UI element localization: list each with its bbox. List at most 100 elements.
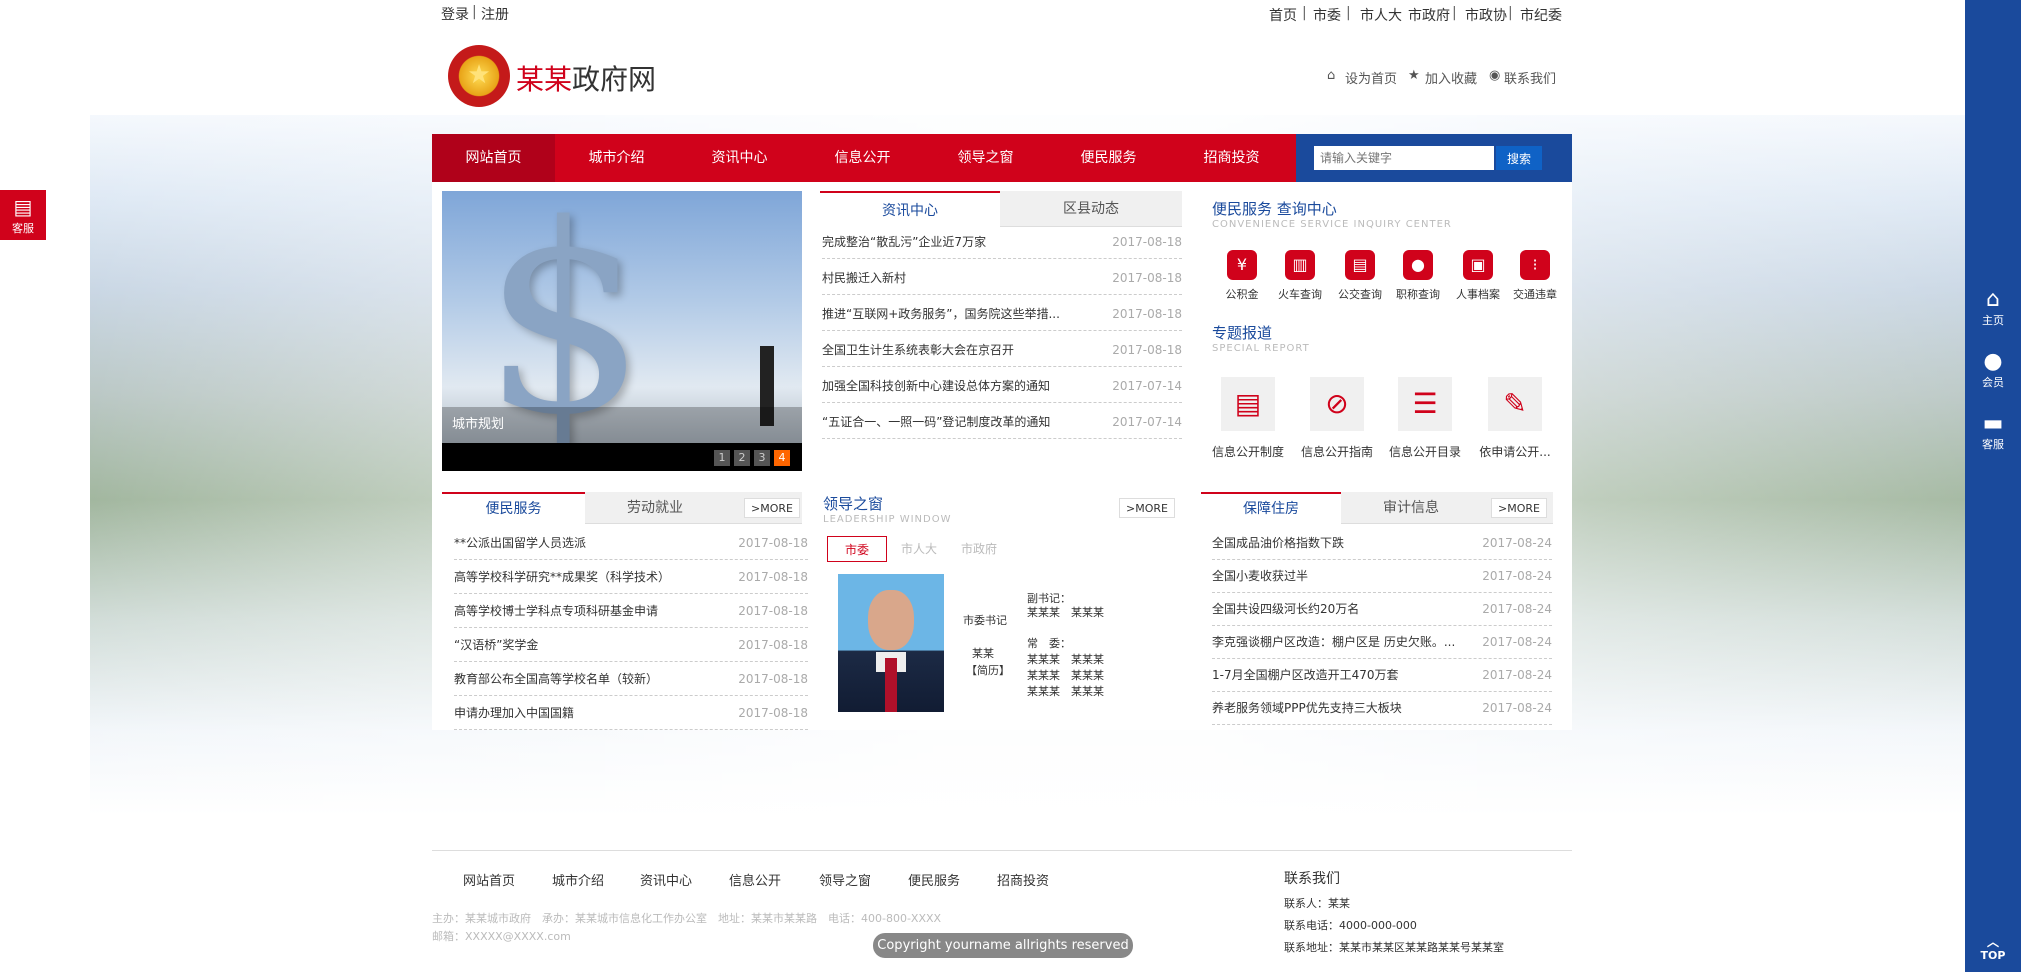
nav-news-center[interactable]: 资讯中心 — [678, 134, 801, 182]
list-item[interactable]: **公派出国留学人员选派 2017-08-18 — [454, 526, 808, 560]
list-item[interactable]: 高等学校科学研究**成果奖（科学技术） 2017-08-18 — [454, 560, 808, 594]
news-list: 完成整治“散乱污”企业近7万家 2017-08-18 村民搬迁入新村 2017-08… — [822, 225, 1182, 441]
back-to-top-button[interactable]: ︿ TOP — [1965, 935, 2021, 962]
footer-nav-investment[interactable]: 招商投资 — [997, 870, 1049, 889]
footer-nav-services[interactable]: 便民服务 — [908, 870, 960, 889]
footer-nav-home[interactable]: 网站首页 — [463, 870, 515, 889]
site-logo[interactable]: 某某政府网 — [516, 58, 656, 98]
image-slider[interactable]: $ 城市规划 1 2 3 4 — [442, 191, 802, 471]
list-item[interactable]: 全国卫生计生系统表彰大会在京召开 2017-08-18 — [822, 333, 1182, 367]
train-icon: ▥ — [1285, 250, 1315, 280]
slider-page-4[interactable]: 4 — [774, 450, 790, 466]
service-list: **公派出国留学人员选派 2017-08-18 高等学校科学研究**成果奖（科学技… — [454, 526, 808, 736]
set-home-link[interactable]: 设为首页 — [1345, 68, 1397, 87]
login-link[interactable]: 登录 — [441, 4, 469, 24]
list-item[interactable]: 高等学校博士学科点专项科研基金申请 2017-08-18 — [454, 594, 808, 628]
service-traffic-violation[interactable]: ⁝ 交通违章 — [1513, 250, 1557, 302]
search-input[interactable] — [1314, 146, 1494, 170]
service-bus-query[interactable]: ▤ 公交查询 — [1338, 250, 1382, 302]
list-item[interactable]: 完成整治“散乱污”企业近7万家 2017-08-18 — [822, 225, 1182, 259]
toplink-cppcc[interactable]: 市政协 — [1465, 5, 1507, 25]
nav-services[interactable]: 便民服务 — [1047, 134, 1170, 182]
list-item[interactable]: 教育部公布全国高等学校名单（较新） 2017-08-18 — [454, 662, 808, 696]
list-item[interactable]: 李克强谈棚户区改造：棚户区是 历史欠账。... 2017-08-24 — [1212, 625, 1552, 659]
coin-icon: ¥ — [1227, 250, 1257, 280]
toplink-congress[interactable]: 市人大 — [1360, 5, 1402, 25]
list-item[interactable]: “汉语桥”奖学金 2017-08-18 — [454, 628, 808, 662]
nav-investment[interactable]: 招商投资 — [1170, 134, 1293, 182]
sidebar-service[interactable]: ▬ 客服 — [1965, 412, 2021, 452]
footer-nav-city-intro[interactable]: 城市介绍 — [552, 870, 604, 889]
sidebar-member[interactable]: ● 会员 — [1965, 350, 2021, 390]
nav-info-public[interactable]: 信息公开 — [801, 134, 924, 182]
list-item[interactable]: 全国共设四级河长约20万名 2017-08-24 — [1212, 592, 1552, 626]
register-link[interactable]: 注册 — [481, 4, 509, 24]
slider-page-2[interactable]: 2 — [734, 450, 750, 466]
footer-nav-info[interactable]: 信息公开 — [729, 870, 781, 889]
user-icon: ● — [1983, 349, 2003, 374]
topic-apply-public[interactable]: ✎ 依申请公开... — [1470, 377, 1560, 460]
topic-info-system[interactable]: ▤ 信息公开制度 — [1203, 377, 1293, 460]
nav-leaders[interactable]: 领导之窗 — [924, 134, 1047, 182]
topic-info-guide[interactable]: ⊘ 信息公开指南 — [1292, 377, 1382, 460]
leaders-title: 领导之窗 — [823, 495, 884, 513]
slider-page-3[interactable]: 3 — [754, 450, 770, 466]
tab-leader-congress[interactable]: 市人大 — [889, 536, 949, 562]
compass-icon: ⊘ — [1310, 377, 1364, 431]
service-tabs: 便民服务 劳动就业 >MORE — [442, 492, 802, 524]
service-housing-fund[interactable]: ¥ 公积金 — [1222, 250, 1262, 302]
tab-district-news[interactable]: 区县动态 — [1000, 191, 1182, 227]
slider-page-1[interactable]: 1 — [714, 450, 730, 466]
edit-note-icon: ✎ — [1488, 377, 1542, 431]
toplink-discipline[interactable]: 市纪委 — [1520, 5, 1562, 25]
bus-icon: ▤ — [1345, 250, 1375, 280]
tab-leader-party[interactable]: 市委 — [827, 536, 887, 562]
footer-nav-leaders[interactable]: 领导之窗 — [819, 870, 871, 889]
list-item[interactable]: 推进“互联网+政务服务”，国务院这些举措... 2017-08-18 — [822, 297, 1182, 331]
tab-employment[interactable]: 劳动就业 — [585, 492, 725, 524]
star-icon: ★ — [1408, 68, 1420, 83]
housing-tabs: 保障住房 审计信息 >MORE — [1201, 492, 1553, 524]
housing-more-button[interactable]: >MORE — [1491, 498, 1547, 518]
search-button[interactable]: 搜索 — [1496, 146, 1542, 170]
tab-news-center[interactable]: 资讯中心 — [820, 191, 1000, 227]
tab-housing[interactable]: 保障住房 — [1201, 492, 1341, 524]
footer-contact-address: 联系地址：某某市某某区某某路某某号某某室 — [1284, 941, 1504, 954]
list-item[interactable]: 加强全国科技创新中心建设总体方案的通知 2017-07-14 — [822, 369, 1182, 403]
toplink-party[interactable]: 市委 — [1313, 5, 1341, 25]
more-button[interactable]: >MORE — [744, 498, 800, 518]
topic-info-catalog[interactable]: ☰ 信息公开目录 — [1380, 377, 1470, 460]
list-item[interactable]: 1-7月全国棚户区改造开工470万套 2017-08-24 — [1212, 658, 1552, 692]
service-title-query[interactable]: ● 职称查询 — [1396, 250, 1440, 302]
chat-icon: ▬ — [1982, 411, 2004, 436]
separator: | — [1302, 5, 1307, 21]
leaders-subtitle: LEADERSHIP WINDOW — [823, 514, 952, 525]
list-item[interactable]: 村民搬迁入新村 2017-08-18 — [822, 261, 1182, 295]
contact-us-link[interactable]: 联系我们 — [1504, 68, 1556, 87]
list-item[interactable]: 全国小麦收获过半 2017-08-24 — [1212, 559, 1552, 593]
tab-convenience[interactable]: 便民服务 — [442, 492, 585, 524]
list-item[interactable]: “五证合一、一照一码”登记制度改革的通知 2017-07-14 — [822, 405, 1182, 439]
tab-leader-government[interactable]: 市政府 — [949, 536, 1009, 562]
customer-service-float[interactable]: ▤ 客服 — [0, 190, 46, 240]
leader-role: 市委书记 — [963, 614, 1007, 627]
member-label: 常 委： — [1027, 637, 1071, 650]
top-bar: 登录 | 注册 首页 | 市委 | 市人大 市政府 | 市政协 | 市纪委 — [0, 0, 1965, 30]
nav-city-intro[interactable]: 城市介绍 — [555, 134, 678, 182]
toplink-home[interactable]: 首页 — [1269, 5, 1297, 25]
add-favorite-link[interactable]: 加入收藏 — [1425, 68, 1477, 87]
footer-nav-news[interactable]: 资讯中心 — [640, 870, 692, 889]
sidebar-home[interactable]: ⌂ 主页 — [1965, 288, 2021, 328]
service-train-query[interactable]: ▥ 火车查询 — [1278, 250, 1322, 302]
service-personnel-files[interactable]: ▣ 人事档案 — [1456, 250, 1500, 302]
toplink-government[interactable]: 市政府 — [1408, 5, 1450, 25]
tab-audit[interactable]: 审计信息 — [1341, 492, 1481, 524]
leader-resume-link[interactable]: 【简历】 — [966, 662, 1010, 678]
member-row: 某某某 某某某 — [1027, 669, 1104, 682]
leaders-more-button[interactable]: >MORE — [1119, 498, 1175, 518]
member-row: 某某某 某某某 — [1027, 685, 1104, 698]
list-item[interactable]: 全国成品油价格指数下跌 2017-08-24 — [1212, 526, 1552, 560]
list-item[interactable]: 养老服务领域PPP优先支持三大板块 2017-08-24 — [1212, 691, 1552, 725]
list-item[interactable]: 申请办理加入中国国籍 2017-08-18 — [454, 696, 808, 730]
nav-home[interactable]: 网站首页 — [432, 134, 555, 182]
